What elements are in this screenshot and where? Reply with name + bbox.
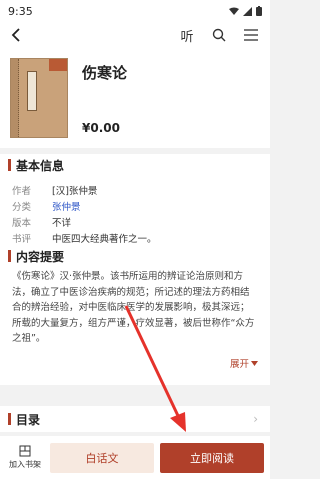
basic-info-title: 基本信息 bbox=[16, 158, 65, 173]
search-button[interactable] bbox=[210, 26, 228, 44]
bottom-action-bar: 加入书架 白话文 立即阅读 bbox=[0, 436, 270, 479]
info-value: [汉]张仲景 bbox=[52, 186, 98, 197]
book-price: ¥0.00 bbox=[82, 121, 120, 135]
cover-badge bbox=[49, 59, 67, 71]
book-cover[interactable] bbox=[10, 58, 68, 138]
signal-icon bbox=[243, 6, 252, 16]
section-marker bbox=[8, 250, 11, 262]
section-marker bbox=[8, 159, 11, 171]
status-bar: 9:35 bbox=[0, 0, 270, 22]
bookshelf-icon bbox=[19, 445, 31, 457]
info-key: 版本 bbox=[12, 218, 32, 229]
info-row-author: 作者 [汉]张仲景 bbox=[0, 182, 270, 198]
status-icons bbox=[229, 6, 262, 16]
expand-button[interactable]: 展开 bbox=[230, 356, 258, 370]
menu-button[interactable] bbox=[242, 26, 260, 44]
summary-title: 内容提要 bbox=[16, 249, 65, 264]
menu-icon bbox=[244, 29, 258, 41]
nav-bar: 听 bbox=[0, 22, 270, 48]
book-title: 伤寒论 bbox=[82, 64, 128, 82]
back-arrow-icon bbox=[11, 28, 20, 42]
book-header: 伤寒论 ¥0.00 bbox=[0, 48, 270, 148]
read-now-button[interactable]: 立即阅读 bbox=[160, 442, 264, 473]
cover-spine bbox=[11, 59, 19, 137]
info-row-category: 分类 张仲景 bbox=[0, 198, 270, 214]
info-key: 作者 bbox=[12, 186, 32, 197]
summary-section: 内容提要 《伤寒论》汉·张仲景。该书所运用的辨证论治原则和方法，确立了中医诊治疾… bbox=[0, 245, 270, 385]
info-row-review: 书评 中医四大经典著作之一。 bbox=[0, 230, 270, 246]
back-button[interactable] bbox=[10, 24, 32, 46]
category-link[interactable]: 张仲景 bbox=[52, 199, 81, 213]
wifi-icon bbox=[229, 7, 239, 15]
info-value: 中医四大经典著作之一。 bbox=[52, 234, 157, 245]
add-to-shelf-label: 加入书架 bbox=[9, 460, 41, 469]
listen-icon: 听 bbox=[180, 29, 194, 45]
add-to-shelf-button[interactable]: 加入书架 bbox=[6, 445, 44, 470]
section-marker bbox=[8, 413, 11, 425]
search-icon bbox=[212, 28, 226, 42]
status-time: 9:35 bbox=[8, 4, 33, 18]
basic-info-heading: 基本信息 bbox=[0, 154, 270, 176]
info-value: 不详 bbox=[52, 218, 72, 229]
caret-down-icon bbox=[251, 360, 258, 366]
summary-text: 《伤寒论》汉·张仲景。该书所运用的辨证论治原则和方法，确立了中医诊治疾病的规范；… bbox=[12, 271, 255, 344]
toc-title: 目录 bbox=[16, 412, 41, 427]
summary-heading: 内容提要 bbox=[0, 245, 270, 267]
info-key: 分类 bbox=[12, 202, 32, 213]
battery-icon bbox=[256, 6, 262, 16]
info-key: 书评 bbox=[12, 234, 32, 245]
basic-info-section: 基本信息 作者 [汉]张仲景 分类 张仲景 版本 不详 书评 中医四大经典著作之… bbox=[0, 154, 270, 259]
chevron-right-icon: › bbox=[253, 412, 258, 426]
vernacular-button[interactable]: 白话文 bbox=[50, 442, 154, 473]
toc-row[interactable]: 目录 › bbox=[0, 406, 270, 432]
cover-label bbox=[27, 71, 37, 111]
info-row-edition: 版本 不详 bbox=[0, 214, 270, 230]
listen-button[interactable]: 听 bbox=[178, 26, 196, 45]
expand-label: 展开 bbox=[229, 359, 249, 370]
